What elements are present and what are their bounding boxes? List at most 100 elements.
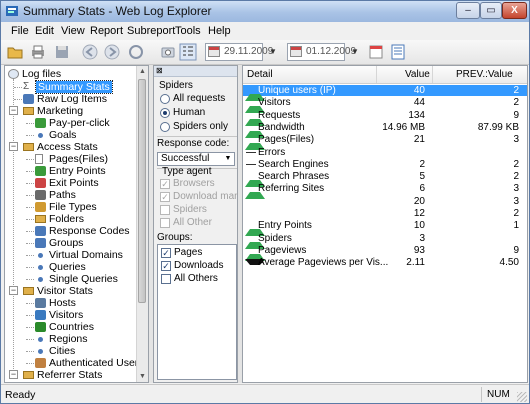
column-detail[interactable]: Detail xyxy=(247,69,273,80)
radio-spiders-only[interactable] xyxy=(160,122,170,132)
expand-collapse-icon[interactable]: − xyxy=(9,370,18,379)
checkbox-download-managers[interactable]: ✓ xyxy=(160,192,170,202)
radio-human[interactable] xyxy=(160,108,170,118)
expand-collapse-icon[interactable]: − xyxy=(9,286,18,295)
cell-prev-value: 9 xyxy=(513,109,519,121)
column-layout-icon[interactable] xyxy=(389,43,407,61)
date-from-field[interactable]: 29.11.2009 xyxy=(205,43,273,61)
cell-prev-value: 2 xyxy=(513,171,519,183)
table-row[interactable]: Errors xyxy=(243,147,527,158)
table-row[interactable]: Entry Points 10 1 xyxy=(243,220,527,237)
expand-collapse-icon[interactable]: − xyxy=(9,142,18,151)
checkbox-spiders[interactable] xyxy=(160,205,170,215)
calendar-range-icon[interactable] xyxy=(367,43,385,61)
money-icon xyxy=(35,118,46,128)
date-to-dropdown-icon[interactable]: ▼ xyxy=(347,43,363,61)
cell-detail: Requests xyxy=(258,109,301,121)
column-value[interactable]: Value xyxy=(405,69,430,80)
response-icon xyxy=(35,226,46,236)
menu-report[interactable]: Report xyxy=(90,25,123,37)
save-icon[interactable] xyxy=(53,43,71,61)
cell-value: 134 xyxy=(408,109,425,121)
table-row[interactable]: Search Engines 2 2 xyxy=(243,159,527,170)
radio-all-requests[interactable] xyxy=(160,94,170,104)
scroll-down-icon[interactable]: ▼ xyxy=(137,371,148,382)
radio-spiders-only-label: Spiders only xyxy=(173,121,229,132)
tree-line xyxy=(26,171,34,172)
cell-value: 40 xyxy=(413,85,425,96)
expand-collapse-icon[interactable]: − xyxy=(9,106,18,115)
checkbox-pages[interactable]: ✓ xyxy=(161,248,171,258)
close-button[interactable]: X xyxy=(502,2,527,19)
tree-line xyxy=(26,123,34,124)
checkbox-all-others[interactable] xyxy=(161,274,171,284)
menu-subreport[interactable]: Subreport xyxy=(127,25,175,37)
column-divider[interactable] xyxy=(376,66,377,83)
column-prev-value[interactable]: PREV.:Value xyxy=(456,69,513,80)
checkbox-all-other[interactable] xyxy=(160,218,170,228)
tree-line xyxy=(13,79,14,379)
tree-item-label: Groups xyxy=(49,237,84,249)
tree-item-label: Pages(Files) xyxy=(49,153,108,165)
grid-header: Detail Value PREV.:Value xyxy=(243,66,527,84)
menu-help[interactable]: Help xyxy=(208,25,231,37)
menu-edit[interactable]: Edit xyxy=(35,25,54,37)
table-row[interactable]: Spiders 3 xyxy=(243,233,527,249)
open-folder-icon[interactable] xyxy=(6,43,24,61)
forward-arrow-icon[interactable] xyxy=(103,43,121,61)
menu-view[interactable]: View xyxy=(61,25,85,37)
table-row[interactable]: Pageviews 93 9 xyxy=(243,244,527,261)
table-row[interactable]: Bandwidth 14.96 MB 87.99 KB xyxy=(243,122,527,138)
print-icon[interactable] xyxy=(29,43,47,61)
divider xyxy=(157,136,237,137)
table-row[interactable]: 20 3 xyxy=(243,196,527,207)
table-row[interactable]: 12 2 xyxy=(243,208,527,219)
log-files-icon xyxy=(8,69,19,79)
cell-value: 93 xyxy=(413,244,425,256)
refresh-icon[interactable] xyxy=(127,43,145,61)
maximize-button[interactable]: ▭ xyxy=(480,2,502,19)
resize-grip[interactable] xyxy=(517,392,527,402)
cell-prev-value: 2 xyxy=(513,208,519,219)
tree-item-label: Access Stats xyxy=(37,141,98,153)
back-arrow-icon[interactable] xyxy=(81,43,99,61)
tree-scrollbar[interactable]: ▲ ▼ xyxy=(136,66,148,382)
cell-value: 5 xyxy=(419,171,425,183)
date-to-field[interactable]: 01.12.2009 xyxy=(287,43,356,61)
table-row[interactable]: Referring Sites 6 3 xyxy=(243,183,527,200)
table-row[interactable]: Unique users (IP) 40 2 xyxy=(243,85,527,101)
minimize-button[interactable]: – xyxy=(456,2,480,19)
scrollbar-thumb[interactable] xyxy=(138,79,146,303)
calendar-icon xyxy=(290,46,302,57)
date-from-dropdown-icon[interactable]: ▼ xyxy=(265,43,281,61)
visitor-icon xyxy=(35,310,46,320)
summary-grid: Detail Value PREV.:Value Unique users (I… xyxy=(242,65,528,383)
table-row[interactable]: Average Pageviews per Vis... 2.11 4.50 xyxy=(243,257,527,268)
table-row[interactable]: Requests 134 9 xyxy=(243,109,527,126)
tree-view-icon[interactable] xyxy=(179,43,197,61)
menu-file[interactable]: File xyxy=(11,25,29,37)
table-row[interactable]: Pages(Files) 21 3 xyxy=(243,134,527,151)
menu-bar: File Edit View Report Subreport Tools He… xyxy=(1,22,529,40)
cell-prev-value: 2 xyxy=(513,158,519,170)
column-divider[interactable] xyxy=(432,66,433,83)
checkbox-downloads[interactable]: ✓ xyxy=(161,261,171,271)
tree-item-label: Queries xyxy=(49,261,86,273)
menu-tools[interactable]: Tools xyxy=(175,25,201,37)
cell-prev-value: 3 xyxy=(513,134,519,146)
tree-line xyxy=(26,207,34,208)
scroll-up-icon[interactable]: ▲ xyxy=(137,66,148,77)
groups-list: ✓ Pages ✓ Downloads All Others xyxy=(157,244,237,380)
pin-icon[interactable]: ⊠ xyxy=(156,66,164,75)
checkbox-all-other-label: All Other xyxy=(173,217,212,228)
tree-line xyxy=(26,219,34,220)
tree-line xyxy=(26,363,34,364)
checkbox-browsers[interactable]: ✓ xyxy=(160,179,170,189)
cell-prev-value: 1 xyxy=(513,220,519,232)
table-row[interactable]: Search Phrases 5 2 xyxy=(243,171,527,188)
table-row[interactable]: Visitors 44 2 xyxy=(243,97,527,114)
folder-icon xyxy=(23,143,34,151)
camera-icon[interactable] xyxy=(159,43,177,61)
cell-prev-value: 9 xyxy=(513,244,519,256)
response-code-select[interactable]: Successful ▼ xyxy=(157,152,235,166)
